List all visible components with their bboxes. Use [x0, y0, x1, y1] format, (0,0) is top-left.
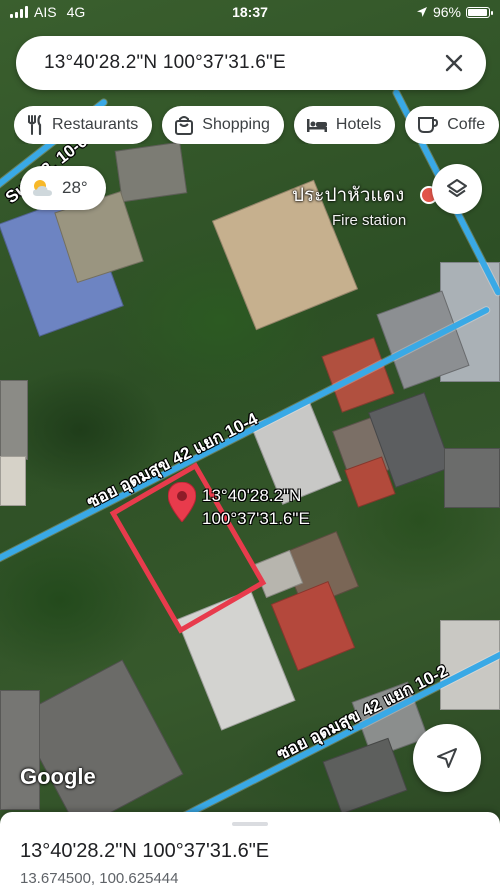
- decimal-coordinates: 13.674500, 100.625444: [20, 870, 179, 887]
- marker-lng: 100°37'31.6"E: [202, 509, 310, 528]
- search-query[interactable]: 13°40'28.2"N 100°37'31.6"E: [16, 52, 432, 74]
- chip-label: Shopping: [202, 116, 270, 133]
- close-icon[interactable]: [432, 41, 476, 85]
- chip-restaurants[interactable]: Restaurants: [14, 106, 153, 144]
- layers-icon: [447, 179, 467, 197]
- google-logo: Google: [20, 764, 96, 789]
- place-bottom-sheet[interactable]: 13°40'28.2"N 100°37'31.6"E 13.674500, 10…: [0, 812, 500, 889]
- battery-icon: [466, 6, 493, 18]
- place-title: 13°40'28.2"N 100°37'31.6"E: [20, 840, 270, 862]
- shopping-bag-icon: [175, 116, 194, 135]
- building: [0, 380, 28, 460]
- chip-label: Restaurants: [52, 116, 139, 133]
- building: [0, 456, 26, 506]
- layers-button[interactable]: [432, 164, 482, 214]
- poi-name-thai: ประปาหัวแดง: [292, 185, 405, 206]
- chip-coffee[interactable]: Coffe: [405, 106, 500, 144]
- marker-lat: 13°40'28.2"N: [202, 486, 302, 505]
- coffee-icon: [418, 117, 439, 133]
- building: [16, 659, 184, 831]
- chip-shopping[interactable]: Shopping: [162, 106, 284, 144]
- chip-label: Hotels: [335, 116, 382, 133]
- partly-cloudy-icon: [33, 180, 52, 196]
- category-chips: Restaurants Shopping Hotels Coffe: [14, 106, 500, 144]
- chip-label: Coffe: [447, 116, 486, 133]
- marker-coordinate-label: 13°40'28.2"N 100°37'31.6"E: [202, 484, 310, 530]
- weather-widget[interactable]: 28°: [20, 166, 106, 210]
- battery-percent: 96%: [432, 4, 461, 20]
- sheet-drag-handle[interactable]: [232, 822, 268, 826]
- search-bar[interactable]: 13°40'28.2"N 100°37'31.6"E: [16, 36, 486, 90]
- location-pin-icon[interactable]: [167, 481, 197, 527]
- status-bar: AIS 4G 18:37 96%: [0, 0, 500, 26]
- building: [270, 581, 356, 671]
- building: [0, 690, 40, 810]
- chip-hotels[interactable]: Hotels: [293, 106, 396, 144]
- location-services-icon: [416, 7, 427, 17]
- poi-fire-station[interactable]: ประปาหัวแดง Fire station: [292, 180, 438, 229]
- bed-icon: [306, 119, 327, 132]
- temperature: 28°: [62, 178, 88, 197]
- building: [440, 620, 500, 710]
- building: [114, 141, 188, 203]
- building: [444, 448, 500, 508]
- navigation-arrow-icon: [437, 748, 457, 768]
- poi-name-english: Fire station: [332, 212, 407, 229]
- my-location-button[interactable]: [413, 724, 481, 792]
- restaurant-icon: [28, 115, 42, 135]
